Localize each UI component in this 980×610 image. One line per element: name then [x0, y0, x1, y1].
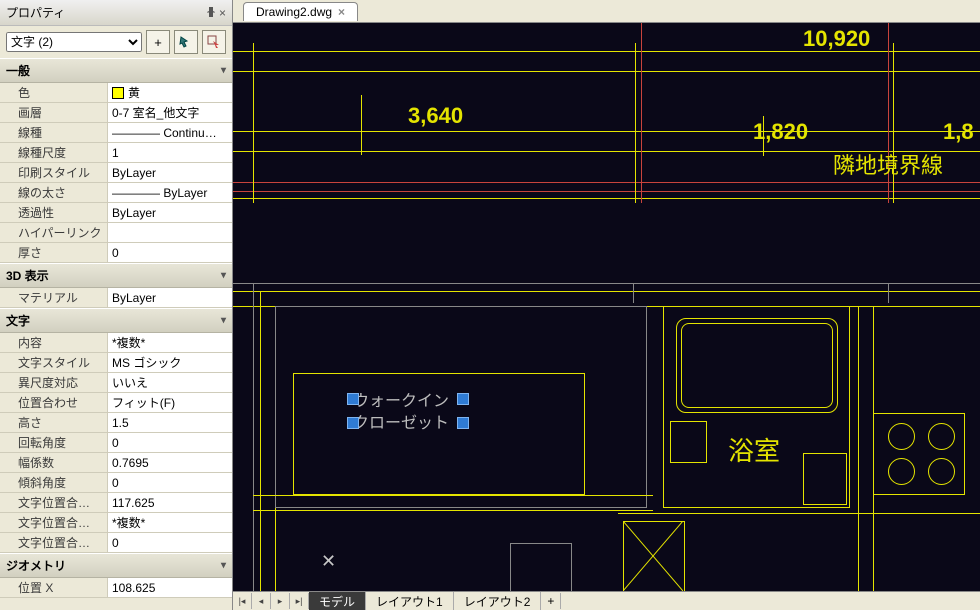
chevron-down-icon: ▾ [221, 560, 226, 571]
dimension-text: 1,820 [753, 119, 808, 145]
prop-hyperlink-label: ハイパーリンク [0, 223, 108, 242]
prop-linetype-value[interactable]: ———— Continu… [108, 123, 232, 142]
tab-next-button[interactable]: ▸ [271, 593, 290, 609]
prop-annotative-label: 異尺度対応 [0, 373, 108, 392]
chevron-down-icon: ▾ [221, 65, 226, 76]
layout-tab-add[interactable]: + [541, 593, 561, 609]
prop-ltscale-value[interactable]: 1 [108, 143, 232, 162]
selected-text[interactable]: ウォークインクローゼット [353, 391, 449, 435]
prop-ltscale-label: 線種尺度 [0, 143, 108, 162]
chevron-down-icon: ▾ [221, 315, 226, 326]
grip-handle[interactable] [347, 417, 359, 429]
prop-transparency-label: 透過性 [0, 203, 108, 222]
prop-layer-value[interactable]: 0-7 室名_他文字 [108, 103, 232, 122]
prop-material-label: マテリアル [0, 288, 108, 307]
section-general[interactable]: 一般▾ [0, 58, 232, 83]
point-marker-icon: ✕ [321, 551, 336, 572]
prop-material-value[interactable]: ByLayer [108, 288, 232, 307]
layout-tab-layout2[interactable]: レイアウト2 [454, 592, 542, 610]
prop-alignz-value[interactable]: 0 [108, 533, 232, 552]
prop-contents-label: 内容 [0, 333, 108, 352]
prop-linetype-label: 線種 [0, 123, 108, 142]
drawing-canvas[interactable]: 10,920 3,640 1,820 1,8 隣地境界線 [233, 23, 980, 591]
prop-posx-label: 位置 X [0, 578, 108, 597]
toggle-pickadd-button[interactable]: + [146, 30, 170, 54]
dimension-text: 3,640 [408, 103, 463, 129]
prop-widthfactor-label: 幅係数 [0, 453, 108, 472]
chevron-down-icon: ▾ [221, 270, 226, 281]
tab-prev-button[interactable]: ◂ [252, 593, 271, 609]
object-type-row: 文字 (2) + [0, 26, 232, 58]
prop-lineweight-label: 線の太さ [0, 183, 108, 202]
layout-tab-layout1[interactable]: レイアウト1 [366, 592, 454, 610]
prop-annotative-value[interactable]: いいえ [108, 373, 232, 392]
prop-justify-value[interactable]: フィット(F) [108, 393, 232, 412]
prop-widthfactor-value[interactable]: 0.7695 [108, 453, 232, 472]
select-objects-button[interactable] [174, 30, 198, 54]
prop-height-label: 高さ [0, 413, 108, 432]
grip-handle[interactable] [457, 393, 469, 405]
prop-posx-value[interactable]: 108.625 [108, 578, 232, 597]
prop-oblique-label: 傾斜角度 [0, 473, 108, 492]
prop-alignx-value[interactable]: 117.625 [108, 493, 232, 512]
grip-handle[interactable] [457, 417, 469, 429]
prop-rotation-label: 回転角度 [0, 433, 108, 452]
boundary-text: 隣地境界線 [833, 148, 943, 180]
prop-transparency-value[interactable]: ByLayer [108, 203, 232, 222]
dimension-text: 10,920 [803, 26, 870, 52]
prop-aligny-label: 文字位置合… [0, 513, 108, 532]
prop-layer-label: 画層 [0, 103, 108, 122]
autohide-icon[interactable] [205, 6, 217, 18]
document-tabbar: Drawing2.dwg × [233, 0, 980, 23]
tab-last-button[interactable]: ▸| [290, 593, 309, 609]
prop-lineweight-value[interactable]: ———— ByLayer [108, 183, 232, 202]
object-type-select[interactable]: 文字 (2) [6, 32, 142, 52]
panel-titlebar: プロパティ × [0, 0, 232, 26]
prop-plotstyle-value[interactable]: ByLayer [108, 163, 232, 182]
prop-height-value[interactable]: 1.5 [108, 413, 232, 432]
section-geometry[interactable]: ジオメトリ▾ [0, 553, 232, 578]
quick-select-button[interactable] [202, 30, 226, 54]
close-icon[interactable]: × [219, 6, 226, 20]
prop-aligny-value[interactable]: *複数* [108, 513, 232, 532]
prop-alignx-label: 文字位置合… [0, 493, 108, 512]
layout-tabbar: |◂ ◂ ▸ ▸| モデル レイアウト1 レイアウト2 + [233, 591, 980, 610]
prop-plotstyle-label: 印刷スタイル [0, 163, 108, 182]
prop-style-label: 文字スタイル [0, 353, 108, 372]
prop-thickness-value[interactable]: 0 [108, 243, 232, 262]
layout-tab-model[interactable]: モデル [309, 592, 366, 610]
properties-panel: プロパティ × 文字 (2) + 一般▾ 色黄 [0, 0, 233, 610]
prop-rotation-value[interactable]: 0 [108, 433, 232, 452]
document-tab-label: Drawing2.dwg [256, 5, 332, 19]
prop-color-value[interactable]: 黄 [108, 83, 232, 102]
prop-style-value[interactable]: MS ゴシック [108, 353, 232, 372]
panel-title-text: プロパティ [6, 4, 65, 21]
prop-hyperlink-value[interactable] [108, 223, 232, 242]
close-icon[interactable]: × [338, 5, 345, 19]
tab-first-button[interactable]: |◂ [233, 593, 252, 609]
prop-color-label: 色 [0, 83, 108, 102]
prop-thickness-label: 厚さ [0, 243, 108, 262]
section-3dview[interactable]: 3D 表示▾ [0, 263, 232, 288]
document-tab[interactable]: Drawing2.dwg × [243, 2, 358, 21]
color-swatch-icon [112, 87, 124, 99]
room-label-bath: 浴室 [728, 431, 780, 468]
grip-handle[interactable] [347, 393, 359, 405]
dimension-text: 1,8 [943, 119, 974, 145]
prop-contents-value[interactable]: *複数* [108, 333, 232, 352]
prop-alignz-label: 文字位置合… [0, 533, 108, 552]
prop-justify-label: 位置合わせ [0, 393, 108, 412]
section-text[interactable]: 文字▾ [0, 308, 232, 333]
prop-oblique-value[interactable]: 0 [108, 473, 232, 492]
